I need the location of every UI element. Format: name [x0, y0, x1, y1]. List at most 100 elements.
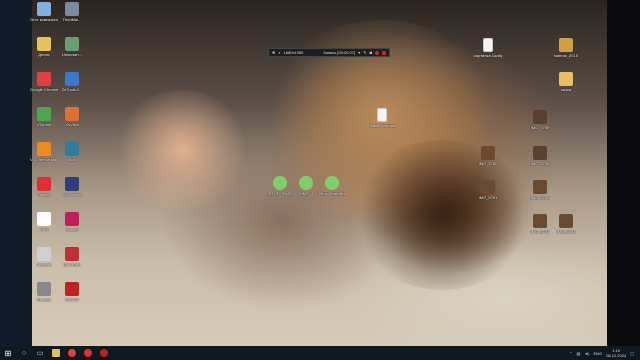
- desktop-icon-right-4[interactable]: IMG_5760: [474, 146, 502, 166]
- camera-icon[interactable]: ◙: [370, 50, 372, 55]
- taskbar-explorer[interactable]: [48, 346, 64, 360]
- desktop-icon-left-13[interactable]: ShareX: [58, 212, 86, 232]
- desktop-icon-right-7-label: IMG_5762: [530, 229, 550, 234]
- desktop-icon-mid-0[interactable]: SETUP_SIMS3: [266, 176, 294, 196]
- desktop-icon-left-13-icon: [65, 212, 79, 226]
- desktop-icon-left-7[interactable]: XnView: [58, 107, 86, 127]
- desktop-icon-left-0-label: Этот компьютер: [30, 17, 58, 22]
- language-indicator[interactable]: ENG: [594, 351, 603, 356]
- desktop-icon-right-7-icon: [533, 214, 547, 228]
- chrome-icon: [68, 349, 76, 357]
- desktop-icon-left-9-icon: [65, 142, 79, 156]
- desktop-icon-mid-1[interactable]: SIMS_4: [292, 176, 320, 196]
- desktop-icon-left-0[interactable]: Этот компьютер: [30, 2, 58, 22]
- recorder-icon: [100, 349, 108, 357]
- desktop-icon-left-17[interactable]: AIDA64: [58, 282, 86, 302]
- stop-icon[interactable]: [382, 50, 386, 55]
- task-view-button[interactable]: ▭: [32, 346, 48, 360]
- desktop-icon-left-1-icon: [65, 2, 79, 16]
- taskbar-yandex[interactable]: [80, 346, 96, 360]
- desktop-icon-left-1-label: ThirdMai...: [62, 17, 82, 22]
- desktop-icon-left-3[interactable]: Unknown...: [58, 37, 86, 57]
- taskbar: ⊞ ○ ▭ ⌃ ▤ ◄) ENG 1:10 08.12.2024 ▢: [0, 346, 640, 360]
- network-icon[interactable]: ▤: [576, 351, 580, 356]
- desktop-icon-left-1[interactable]: ThirdMai...: [58, 2, 86, 22]
- desktop-icon-right-8[interactable]: IMG_5808: [552, 214, 580, 234]
- desktop-icon-left-3-icon: [65, 37, 79, 51]
- desktop-icon-left-14-icon: [37, 247, 51, 261]
- clock[interactable]: 1:10 08.12.2024: [606, 348, 626, 358]
- desktop-icon-left-11-label: Nox Assist: [62, 192, 82, 197]
- desktop-icon-right-1-label: качка: [560, 87, 572, 92]
- desktop-icon-right-5[interactable]: IMG_5761: [474, 180, 502, 200]
- desktop-icon-right-3[interactable]: IMG_5756: [526, 146, 554, 166]
- desktop-icon-left-8[interactable]: VLC media player: [30, 142, 58, 162]
- recorder-status: Запись [00:00:27]: [323, 50, 356, 55]
- desktop-icon-left-6-label: uTorrent: [36, 122, 52, 127]
- recorder-resolution: 1680x1050: [283, 50, 304, 55]
- desktop-icon-left-7-label: XnView: [65, 122, 79, 127]
- desktop-icon-left-4-icon: [37, 72, 51, 86]
- desktop-icon-mid-0-label: SETUP_SIMS3: [266, 191, 294, 196]
- desktop-icon-right-4-icon: [481, 146, 495, 160]
- desktop-icon-right-8-icon: [559, 214, 573, 228]
- desktop-icon-right-1-icon: [559, 72, 573, 86]
- desktop-icon-right-6[interactable]: IMG_5763: [526, 180, 554, 200]
- desktop-icon-left-2-label: Денис: [38, 52, 50, 57]
- desktop-icon-left-5-label: ZeTools 2...: [61, 87, 83, 92]
- volume-icon[interactable]: ◄): [584, 351, 589, 356]
- desktop-icon-left-14[interactable]: Anydesk: [30, 247, 58, 267]
- taskbar-recorder[interactable]: [96, 346, 112, 360]
- clock-date: 08.12.2024: [606, 353, 627, 358]
- search-icon[interactable]: ⌕: [278, 50, 280, 55]
- chevron-up-icon[interactable]: ⌃: [569, 351, 572, 356]
- desktop-icon-left-7-icon: [65, 107, 79, 121]
- desktop-icon-right-0[interactable]: мангас_2015: [552, 38, 580, 58]
- desktop-icon-right-5-label: IMG_5761: [478, 195, 498, 200]
- desktop-icon-left-4[interactable]: Google Chrome: [30, 72, 58, 92]
- desktop-icon-left-0-icon: [37, 2, 51, 16]
- desktop-icon-left-11[interactable]: Nox Assist: [58, 177, 86, 197]
- yandex-icon: [84, 349, 92, 357]
- start-button[interactable]: ⊞: [0, 346, 16, 360]
- recorder-toolbar[interactable]: ✱ ⌕ 1680x1050 Запись [00:00:27] ▾ ✎ ◙: [268, 48, 390, 57]
- desktop-icon-right-2[interactable]: IMG_5759: [526, 110, 554, 130]
- desktop-file-1[interactable]: картинка Скайрим: [474, 38, 502, 58]
- desktop-icon-right-7[interactable]: IMG_5762: [526, 214, 554, 234]
- desktop-icon-left-4-label: Google Chrome: [30, 87, 58, 92]
- desktop-icon-left-12[interactable]: VPN: [30, 212, 58, 232]
- desktop-icon-mid-2[interactable]: Sims4 Installer: [318, 176, 346, 196]
- taskbar-chrome[interactable]: [64, 346, 80, 360]
- desktop-icon-left-3-label: Unknown...: [61, 52, 82, 57]
- desktop-icon-left-8-icon: [37, 142, 51, 156]
- desktop-icon-right-5-icon: [481, 180, 495, 194]
- desktop-icon-left-10-label: Yandex: [37, 192, 51, 197]
- notifications-icon[interactable]: ▢: [630, 351, 634, 356]
- chevron-down-icon[interactable]: ▾: [358, 50, 360, 55]
- desktop-icon-right-1[interactable]: качка: [552, 72, 580, 92]
- desktop-icon-left-2[interactable]: Денис: [30, 37, 58, 57]
- desktop-icon-mid-2-label: Sims4 Installer: [318, 191, 346, 196]
- edit-icon[interactable]: ✎: [363, 50, 366, 55]
- desktop-file-0[interactable]: Новый текстовый...: [368, 108, 396, 128]
- desktop-icon-left-11-icon: [65, 177, 79, 191]
- desktop-icon-right-6-icon: [533, 180, 547, 194]
- windows-icon: ⊞: [4, 348, 12, 358]
- desktop-icon-left-9[interactable]: Nox: [58, 142, 86, 162]
- desktop-icon-left-12-label: VPN: [39, 227, 49, 232]
- desktop-file-0-label: Новый текстовый...: [368, 123, 396, 128]
- search-icon: ○: [21, 349, 27, 357]
- desktop-icon-right-2-icon: [533, 110, 547, 124]
- desktop-icon-left-16[interactable]: Recycle: [30, 282, 58, 302]
- search-button[interactable]: ○: [16, 346, 32, 360]
- desktop-icon-left-6[interactable]: uTorrent: [30, 107, 58, 127]
- desktop-icon-left-10[interactable]: Yandex: [30, 177, 58, 197]
- record-icon[interactable]: [375, 50, 379, 55]
- desktop-icon-left-17-icon: [65, 282, 79, 296]
- desktop-icon-right-2-label: IMG_5759: [530, 125, 550, 130]
- desktop-icon-left-5[interactable]: ZeTools 2...: [58, 72, 86, 92]
- desktop-file-1-icon: [483, 38, 493, 52]
- desktop-icon-left-15[interactable]: Bandicam: [58, 247, 86, 267]
- desktop-icon-left-10-icon: [37, 177, 51, 191]
- desktop-icon-right-4-label: IMG_5760: [478, 161, 498, 166]
